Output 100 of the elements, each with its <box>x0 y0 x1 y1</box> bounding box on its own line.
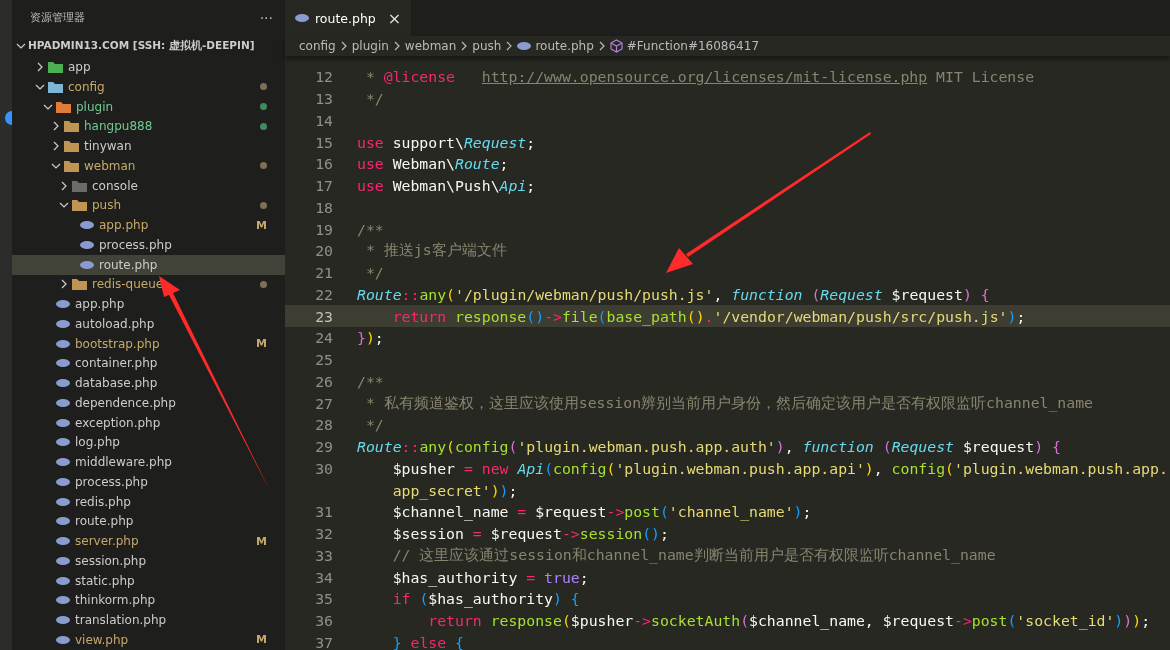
line-number: 29 <box>314 438 333 456</box>
file-name: process.php <box>99 237 173 252</box>
breadcrumb-item[interactable]: push <box>472 39 502 53</box>
line-number: 13 <box>314 90 333 108</box>
file-name: translation.php <box>75 613 168 628</box>
file-item[interactable]: log.php <box>12 432 285 453</box>
line-number: 16 <box>314 155 333 173</box>
file-item[interactable]: redis.php <box>12 491 285 512</box>
code-line: $has_authority = true; <box>391 568 589 586</box>
php-file-icon <box>56 576 70 585</box>
line-number: 24 <box>314 329 333 347</box>
file-name: route.php <box>75 514 135 529</box>
chevron-right-icon[interactable] <box>59 279 69 290</box>
folder-item[interactable]: tinywan <box>12 136 285 157</box>
file-item[interactable]: database.php <box>12 373 285 394</box>
line-number: 33 <box>314 546 333 564</box>
file-item[interactable]: route.php <box>12 511 285 532</box>
file-item[interactable]: static.php <box>12 570 285 591</box>
file-item[interactable]: app.php <box>12 294 285 315</box>
breadcrumb-item[interactable]: route.php <box>535 39 594 53</box>
file-item[interactable]: process.php <box>12 235 285 255</box>
breadcrumb-item[interactable]: webman <box>404 39 457 53</box>
editor-tab[interactable]: route.php × <box>285 0 412 36</box>
php-file-icon <box>56 398 70 407</box>
file-name: plugin <box>76 99 115 114</box>
php-file-icon <box>80 240 94 249</box>
git-status-dot <box>260 122 267 130</box>
file-item[interactable]: view.php M <box>12 630 285 650</box>
file-name: view.php <box>75 632 130 647</box>
workspace-title[interactable]: HPADMIN13.COM [SSH: 虚拟机-DEEPIN] <box>28 39 255 54</box>
chevron-right-icon[interactable] <box>51 121 61 132</box>
file-item[interactable]: translation.php <box>12 610 285 631</box>
file-name: redis.php <box>75 494 132 509</box>
account-icon[interactable] <box>4 110 12 126</box>
file-item[interactable]: dependence.php <box>12 393 285 413</box>
file-item[interactable]: session.php <box>12 551 285 571</box>
more-actions-button[interactable]: ··· <box>259 9 273 26</box>
cube-icon <box>609 39 623 53</box>
folder-item[interactable]: webman <box>12 156 285 176</box>
chevron-right-icon[interactable] <box>35 62 45 73</box>
folder-item[interactable]: plugin <box>12 96 285 117</box>
line-number: 21 <box>314 264 333 282</box>
git-status-label: M <box>256 534 267 548</box>
line-number: 28 <box>314 416 333 434</box>
code-line: return response()->file(base_path().'/vendor/webman/push/src/push.js'); <box>391 307 1026 325</box>
chevron-right-icon[interactable] <box>59 180 69 191</box>
php-file-icon <box>56 537 70 546</box>
git-status-dot <box>260 83 267 91</box>
code-line: */ <box>364 416 384 434</box>
file-item[interactable]: autoload.php <box>12 314 285 334</box>
line-number: 23 <box>314 307 333 325</box>
breadcrumb-item[interactable]: plugin <box>351 39 389 53</box>
folder-item[interactable]: hangpu888 <box>12 116 285 137</box>
code-line: Route::any(config('plugin.webman.push.app.auth'), function (Request $request) { <box>357 438 1061 456</box>
php-file-icon <box>56 477 70 486</box>
file-item[interactable]: thinkorm.php <box>12 590 285 611</box>
line-number: 34 <box>314 568 333 586</box>
folder-item[interactable]: console <box>12 175 285 196</box>
line-number: 35 <box>314 590 333 608</box>
file-name: app.php <box>75 297 126 312</box>
file-item[interactable]: app.php M <box>12 215 285 236</box>
chevron-right-icon[interactable] <box>51 141 61 152</box>
file-name: dependence.php <box>75 395 177 410</box>
file-name: thinkorm.php <box>75 593 157 608</box>
code-line: * 私有频道鉴权，这里应该使用session辨别当前用户身份，然后确定该用户是否有权限监听channel_name <box>364 393 1093 413</box>
file-name: container.php <box>75 356 159 371</box>
file-item[interactable]: route.php <box>12 254 285 275</box>
git-status-label: M <box>256 337 267 351</box>
file-item[interactable]: middleware.php <box>12 452 285 473</box>
code-line: app_secret')); <box>391 481 518 499</box>
line-number: 19 <box>314 220 333 238</box>
code-line: use Webman\Route; <box>357 155 509 173</box>
code-line: */ <box>364 90 384 108</box>
line-number: 15 <box>314 133 333 151</box>
line-number: 31 <box>314 503 333 521</box>
line-number: 22 <box>314 285 333 303</box>
file-item[interactable]: server.php M <box>12 531 285 552</box>
chevron-right-icon <box>505 41 514 51</box>
php-file-icon <box>56 458 70 467</box>
file-item[interactable]: process.php <box>12 472 285 492</box>
code-line: use Webman\Push\Api; <box>357 177 536 195</box>
php-file-icon <box>56 596 70 605</box>
file-item[interactable]: exception.php <box>12 412 285 433</box>
php-file-icon <box>56 379 70 388</box>
code-line: use support\Request; <box>357 133 536 151</box>
folder-item[interactable]: app <box>12 57 285 78</box>
close-icon[interactable]: × <box>387 8 402 28</box>
folder-item[interactable]: config <box>12 77 285 97</box>
php-file-icon <box>56 517 70 526</box>
line-number: 27 <box>314 394 333 412</box>
chevron-right-icon <box>597 41 606 51</box>
line-number: 26 <box>314 372 333 390</box>
breadcrumb-item[interactable]: #Function#16086417 <box>626 39 759 53</box>
folder-item[interactable]: push <box>12 195 285 216</box>
file-item[interactable]: container.php <box>12 353 285 374</box>
file-name: autoload.php <box>75 316 156 331</box>
code-line: /** <box>357 372 384 390</box>
file-name: static.php <box>75 573 136 588</box>
file-item[interactable]: bootstrap.php M <box>12 333 285 354</box>
breadcrumb-item[interactable]: config <box>299 39 336 53</box>
